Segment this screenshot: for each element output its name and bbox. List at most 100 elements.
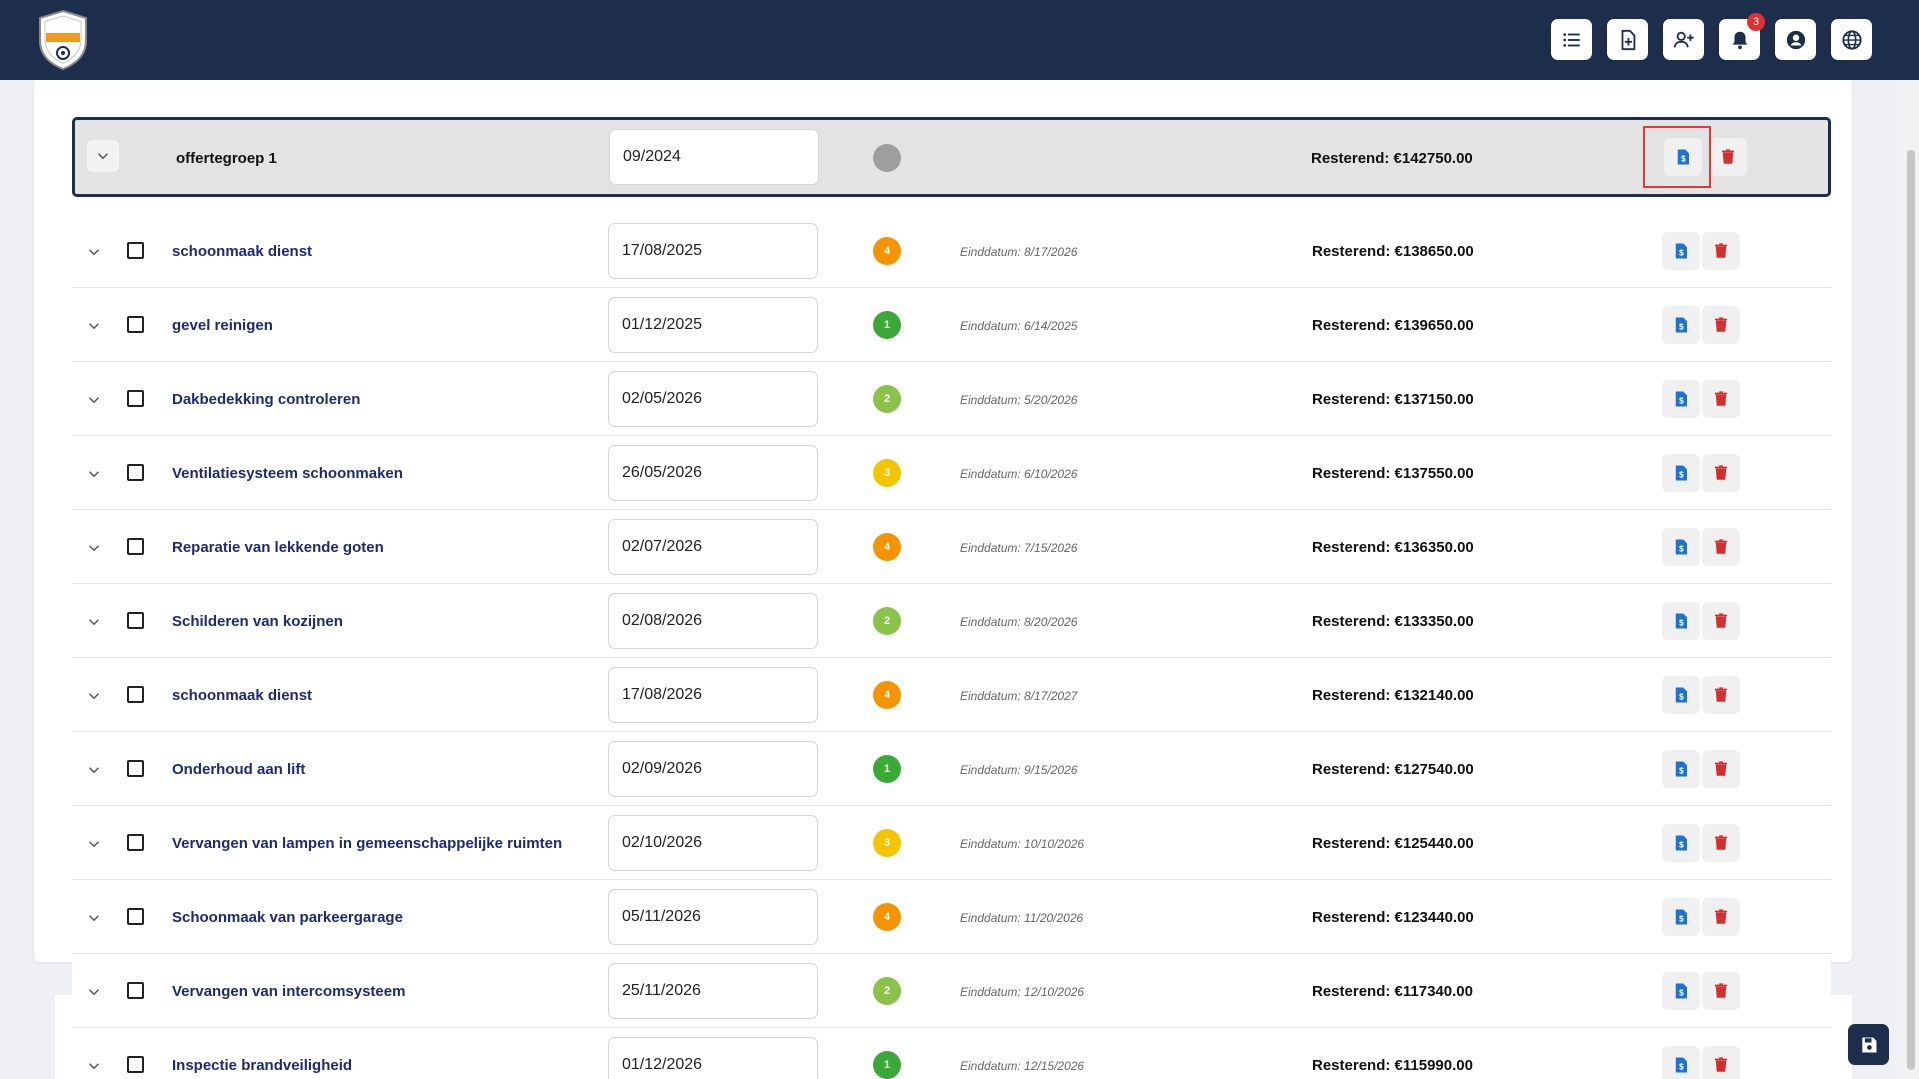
row-expand-button[interactable]	[78, 236, 110, 268]
task-date-field[interactable]: 01/12/2026	[608, 1037, 818, 1079]
delete-button[interactable]	[1702, 1046, 1740, 1079]
quote-document-button[interactable]: $	[1662, 454, 1700, 492]
svg-text:$: $	[1679, 1063, 1684, 1072]
trash-icon	[1715, 391, 1727, 406]
task-row[interactable]: Schoonmaak van parkeergarage 05/11/2026 …	[72, 880, 1831, 954]
task-row[interactable]: schoonmaak dienst 17/08/2025 4 Einddatum…	[72, 214, 1831, 288]
task-date-field[interactable]: 17/08/2026	[608, 667, 818, 723]
task-row[interactable]: Vervangen van lampen in gemeenschappelij…	[72, 806, 1831, 880]
row-checkbox[interactable]	[127, 242, 144, 259]
group-expand-button[interactable]	[87, 140, 119, 172]
quote-document-button[interactable]: $	[1662, 232, 1700, 270]
task-date-field[interactable]: 02/07/2026	[608, 519, 818, 575]
delete-button[interactable]	[1702, 602, 1740, 640]
language-button[interactable]	[1831, 19, 1872, 60]
task-date-field[interactable]: 17/08/2025	[608, 223, 818, 279]
quote-document-button[interactable]: $	[1662, 898, 1700, 936]
end-date-label: Einddatum: 8/17/2027	[960, 689, 1078, 703]
row-checkbox[interactable]	[127, 982, 144, 999]
quote-document-button[interactable]: $	[1662, 1046, 1700, 1079]
row-expand-button[interactable]	[78, 458, 110, 490]
save-button[interactable]	[1848, 1024, 1889, 1065]
add-user-button[interactable]	[1663, 19, 1704, 60]
scrollbar-thumb[interactable]	[1907, 150, 1915, 1070]
row-checkbox[interactable]	[127, 612, 144, 629]
row-checkbox[interactable]	[127, 760, 144, 777]
add-document-button[interactable]	[1607, 19, 1648, 60]
list-button[interactable]	[1551, 19, 1592, 60]
task-date-field[interactable]: 02/05/2026	[608, 371, 818, 427]
task-date-field[interactable]: 02/09/2026	[608, 741, 818, 797]
task-row[interactable]: Vervangen van intercomsysteem 25/11/2026…	[72, 954, 1831, 1028]
row-expand-button[interactable]	[78, 1050, 110, 1079]
task-title: schoonmaak dienst	[172, 243, 313, 260]
add-document-icon	[1621, 29, 1635, 50]
row-expand-button[interactable]	[78, 384, 110, 416]
delete-button[interactable]	[1702, 824, 1740, 862]
notifications-button[interactable]: 3	[1719, 13, 1765, 60]
row-expand-button[interactable]	[78, 976, 110, 1008]
chevron-down-icon	[88, 249, 100, 256]
task-date-field[interactable]: 01/12/2025	[608, 297, 818, 353]
row-expand-button[interactable]	[78, 606, 110, 638]
task-row[interactable]: Reparatie van lekkende goten 02/07/2026 …	[72, 510, 1831, 584]
quote-document-button[interactable]: $	[1662, 602, 1700, 640]
delete-button[interactable]	[1702, 380, 1740, 418]
task-row[interactable]: schoonmaak dienst 17/08/2026 4 Einddatum…	[72, 658, 1831, 732]
task-row[interactable]: Ventilatiesysteem schoonmaken 26/05/2026…	[72, 436, 1831, 510]
account-button[interactable]	[1775, 19, 1816, 60]
row-checkbox[interactable]	[127, 1056, 144, 1073]
delete-button[interactable]	[1702, 676, 1740, 714]
delete-button[interactable]	[1702, 528, 1740, 566]
row-checkbox[interactable]	[127, 686, 144, 703]
end-date-label: Einddatum: 12/10/2026	[960, 985, 1085, 999]
quote-document-button[interactable]: $	[1662, 306, 1700, 344]
delete-button[interactable]	[1702, 972, 1740, 1010]
task-title: schoonmaak dienst	[172, 687, 313, 704]
quote-document-button[interactable]: $	[1662, 380, 1700, 418]
row-checkbox[interactable]	[127, 316, 144, 333]
delete-button[interactable]	[1702, 232, 1740, 270]
quote-document-button[interactable]: $	[1662, 676, 1700, 714]
remaining-amount: Resterend: €138650.00	[1312, 243, 1474, 260]
task-date-field[interactable]: 02/08/2026	[608, 593, 818, 649]
row-checkbox[interactable]	[127, 538, 144, 555]
group-date-field[interactable]: 09/2024	[609, 129, 819, 185]
end-date-label: Einddatum: 5/20/2026	[960, 393, 1078, 407]
delete-button[interactable]	[1702, 306, 1740, 344]
top-navigation-bar: 3	[0, 0, 1919, 80]
row-checkbox[interactable]	[127, 464, 144, 481]
task-date-field[interactable]: 25/11/2026	[608, 963, 818, 1019]
group-delete-button[interactable]	[1709, 138, 1747, 176]
task-row[interactable]: Schilderen van kozijnen 02/08/2026 2 Ein…	[72, 584, 1831, 658]
quote-document-button[interactable]: $	[1662, 824, 1700, 862]
task-row[interactable]: gevel reinigen 01/12/2025 1 Einddatum: 6…	[72, 288, 1831, 362]
priority-badge: 1	[873, 311, 901, 339]
row-expand-button[interactable]	[78, 310, 110, 342]
task-row[interactable]: Dakbedekking controleren 02/05/2026 2 Ei…	[72, 362, 1831, 436]
quote-group-row[interactable]: offertegroep 1 09/2024 Resterend: €14275…	[72, 117, 1831, 197]
row-expand-button[interactable]	[78, 680, 110, 712]
row-expand-button[interactable]	[78, 754, 110, 786]
row-checkbox[interactable]	[127, 390, 144, 407]
task-date-field[interactable]: 02/10/2026	[608, 815, 818, 871]
row-checkbox[interactable]	[127, 908, 144, 925]
mjop-manager-logo[interactable]	[36, 9, 90, 71]
task-date-field[interactable]: 05/11/2026	[608, 889, 818, 945]
delete-button[interactable]	[1702, 898, 1740, 936]
delete-button[interactable]	[1702, 750, 1740, 788]
row-expand-button[interactable]	[78, 902, 110, 934]
quote-document-button[interactable]: $	[1662, 972, 1700, 1010]
quote-document-button[interactable]: $	[1662, 750, 1700, 788]
delete-button[interactable]	[1702, 454, 1740, 492]
quote-document-button[interactable]: $	[1662, 528, 1700, 566]
remaining-amount: Resterend: €117340.00	[1312, 983, 1473, 1000]
highlight-box	[1643, 126, 1711, 188]
task-date-field[interactable]: 26/05/2026	[608, 445, 818, 501]
task-row[interactable]: Inspectie brandveiligheid 01/12/2026 1 E…	[72, 1028, 1831, 1079]
row-expand-button[interactable]	[78, 532, 110, 564]
task-row[interactable]: Onderhoud aan lift 02/09/2026 1 Einddatu…	[72, 732, 1831, 806]
row-expand-button[interactable]	[78, 828, 110, 860]
vertical-scrollbar[interactable]	[1903, 80, 1919, 1079]
row-checkbox[interactable]	[127, 834, 144, 851]
